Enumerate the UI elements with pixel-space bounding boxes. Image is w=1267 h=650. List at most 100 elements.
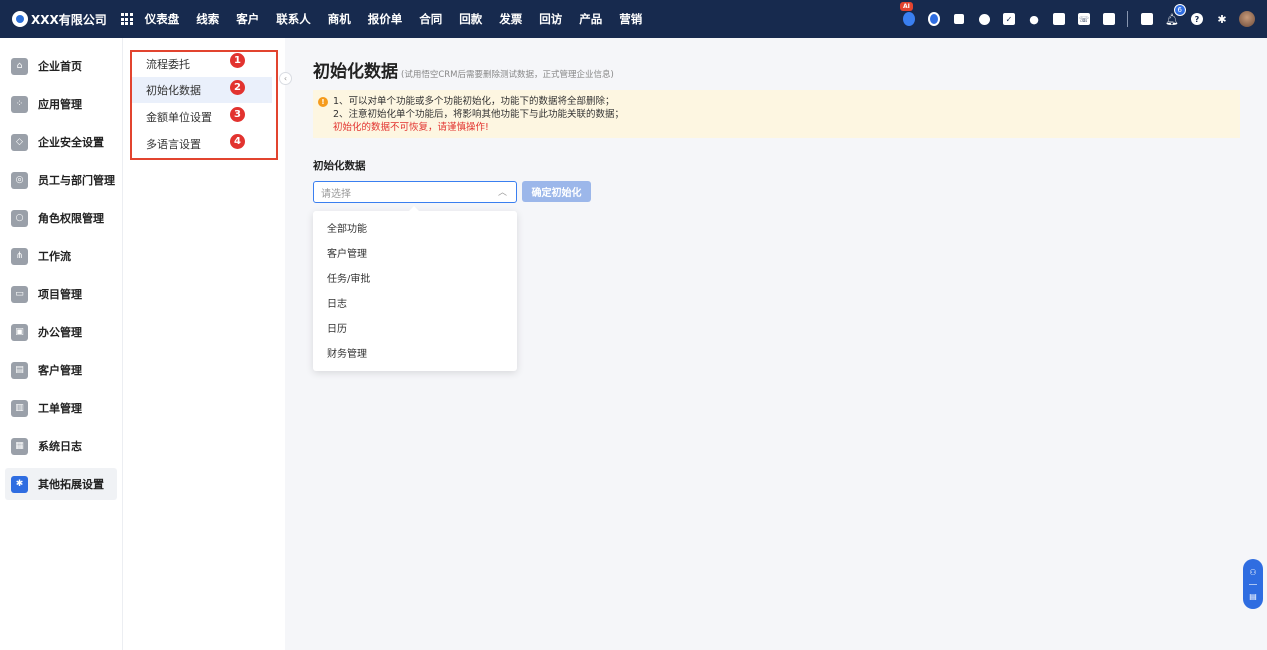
sidebar-item-label: 企业首页 [38, 60, 82, 73]
nav-opportunities[interactable]: 商机 [328, 11, 351, 27]
comment-icon [954, 14, 964, 24]
person-icon: ● [1029, 12, 1039, 26]
sidebar-item-customers[interactable]: ▤ 客户管理 [5, 354, 117, 386]
confirm-init-button[interactable]: 确定初始化 [522, 181, 591, 202]
option-finance[interactable]: 财务管理 [313, 340, 517, 365]
sidebar-item-security[interactable]: ◇ 企业安全设置 [5, 126, 117, 158]
tools-icon[interactable]: ⚇ [1249, 568, 1256, 577]
shield-icon: ◇ [11, 133, 28, 151]
mail-icon[interactable]: ✓ [1003, 13, 1015, 25]
warning-notice: ! 1、可以对单个功能或多个功能初始化，功能下的数据将全部删除； 2、注意初始化… [313, 90, 1240, 138]
notification-badge: 6 [1173, 4, 1186, 16]
page-title-text: 初始化数据 [313, 62, 398, 82]
page-subtitle: (试用悟空CRM后需要删除测试数据，正式管理企业信息) [401, 70, 614, 80]
left-sidebar: ⌂ 企业首页 ⁘ 应用管理 ◇ 企业安全设置 ◎ 员工与部门管理 ○ 角色权限管… [0, 38, 122, 650]
step-badge-3: 3 [230, 107, 245, 122]
top-bar: XXX有限公司 仪表盘 线索 客户 联系人 商机 报价单 合同 回款 发票 回访… [0, 0, 1267, 38]
nav-invoices[interactable]: 发票 [499, 11, 522, 27]
sidebar-item-roles[interactable]: ○ 角色权限管理 [5, 202, 117, 234]
init-field-label: 初始化数据 [313, 160, 366, 172]
nav-dashboard[interactable]: 仪表盘 [145, 11, 180, 27]
help-icon[interactable]: ? [1191, 13, 1203, 25]
page-title: 初始化数据 (试用悟空CRM后需要删除测试数据，正式管理企业信息) [313, 57, 614, 82]
sidebar-item-label: 客户管理 [38, 364, 82, 377]
gear-icon: ✱ [11, 475, 28, 493]
nav-leads[interactable]: 线索 [196, 11, 219, 27]
sidebar-item-projects[interactable]: ▭ 项目管理 [5, 278, 117, 310]
submenu-item-delegation[interactable]: 流程委托 [132, 51, 272, 77]
sub-menu: 流程委托 初始化数据 金额单位设置 多语言设置 1 2 3 4 [122, 38, 285, 650]
submenu-item-init-data[interactable]: 初始化数据 [132, 77, 272, 103]
submenu-item-language[interactable]: 多语言设置 [132, 131, 272, 157]
nav-contacts[interactable]: 联系人 [276, 11, 311, 27]
select-placeholder: 请选择 [321, 188, 351, 200]
option-all[interactable]: 全部功能 [313, 215, 517, 240]
user-role-icon: ○ [11, 209, 28, 227]
step-badge-1: 1 [230, 53, 245, 68]
globe-button[interactable] [978, 13, 990, 25]
option-customers[interactable]: 客户管理 [313, 240, 517, 265]
company-logo[interactable]: XXX有限公司 [0, 11, 107, 28]
nav-quotes[interactable]: 报价单 [368, 11, 403, 27]
notice-line-1: 1、可以对单个功能或多个功能初始化，功能下的数据将全部删除； [333, 96, 615, 107]
nav-customers[interactable]: 客户 [236, 11, 259, 27]
sidebar-item-extensions[interactable]: ✱ 其他拓展设置 [5, 468, 117, 500]
globe-icon [978, 13, 990, 25]
sidebar-item-tickets[interactable]: ▥ 工单管理 [5, 392, 117, 424]
ticket-icon: ▥ [11, 399, 28, 417]
chat-icon [928, 12, 940, 26]
folder-icon: ▭ [11, 285, 28, 303]
home-icon: ⌂ [11, 57, 28, 75]
document-icon[interactable] [1053, 13, 1065, 25]
step-badge-4: 4 [230, 134, 245, 149]
nav-contracts[interactable]: 合同 [419, 11, 442, 27]
option-tasks[interactable]: 任务/审批 [313, 265, 517, 290]
submenu-item-currency-unit[interactable]: 金额单位设置 [132, 104, 272, 130]
notice-warning: 初始化的数据不可恢复，请谨慎操作! [333, 122, 489, 133]
contact-button[interactable]: ● [1028, 12, 1040, 26]
sidebar-item-logs[interactable]: ▦ 系统日志 [5, 430, 117, 462]
main-nav: 仪表盘 线索 客户 联系人 商机 报价单 合同 回款 发票 回访 产品 营销 [145, 11, 660, 27]
users-icon: ◎ [11, 171, 28, 189]
phone-icon[interactable]: ☏ [1078, 13, 1090, 25]
nav-products[interactable]: 产品 [579, 11, 602, 27]
sidebar-item-office[interactable]: ▣ 办公管理 [5, 316, 117, 348]
task-icon[interactable] [1141, 13, 1153, 25]
note-icon[interactable]: ▤ [1249, 592, 1257, 601]
sidebar-item-workflow[interactable]: ⋔ 工作流 [5, 240, 117, 272]
float-divider [1249, 583, 1257, 585]
main-content: 初始化数据 (试用悟空CRM后需要删除测试数据，正式管理企业信息) ! 1、可以对… [286, 38, 1267, 650]
notification-button[interactable]: 🔔︎ 6 [1165, 4, 1186, 26]
sidebar-item-label: 项目管理 [38, 288, 82, 301]
sidebar-item-label: 工作流 [38, 250, 71, 263]
user-avatar[interactable] [1239, 11, 1255, 27]
log-icon: ▦ [11, 437, 28, 455]
sidebar-item-home[interactable]: ⌂ 企业首页 [5, 50, 117, 82]
init-module-select[interactable]: 请选择 ︿ [313, 181, 517, 203]
sidebar-item-label: 企业安全设置 [38, 136, 104, 149]
sidebar-item-label: 员工与部门管理 [38, 174, 115, 187]
comment-button[interactable] [953, 13, 965, 25]
chat-button[interactable] [928, 12, 940, 26]
calendar-icon[interactable] [1103, 13, 1115, 25]
workflow-icon: ⋔ [11, 247, 28, 265]
sidebar-item-label: 工单管理 [38, 402, 82, 415]
sidebar-item-label: 角色权限管理 [38, 212, 104, 225]
nav-payments[interactable]: 回款 [459, 11, 482, 27]
nav-marketing[interactable]: 营销 [619, 11, 642, 27]
option-logs[interactable]: 日志 [313, 290, 517, 315]
option-calendar[interactable]: 日历 [313, 315, 517, 340]
ai-robot-button[interactable]: AI [900, 2, 915, 26]
sidebar-item-apps[interactable]: ⁘ 应用管理 [5, 88, 117, 120]
app-grid-icon[interactable] [120, 13, 133, 25]
sidebar-item-label: 办公管理 [38, 326, 82, 339]
nav-visits[interactable]: 回访 [539, 11, 562, 27]
settings-icon[interactable]: ✱ [1216, 13, 1228, 26]
toolbar-right: AI ✓ ● ☏ 🔔︎ 6 ? ✱ [890, 0, 1255, 38]
step-badge-2: 2 [230, 80, 245, 95]
sidebar-item-label: 其他拓展设置 [38, 478, 104, 491]
sidebar-item-staff[interactable]: ◎ 员工与部门管理 [5, 164, 117, 196]
briefcase-icon: ▣ [11, 323, 28, 341]
company-name: XXX有限公司 [31, 12, 107, 27]
floating-toolbar[interactable]: ⚇ ▤ [1243, 559, 1263, 609]
